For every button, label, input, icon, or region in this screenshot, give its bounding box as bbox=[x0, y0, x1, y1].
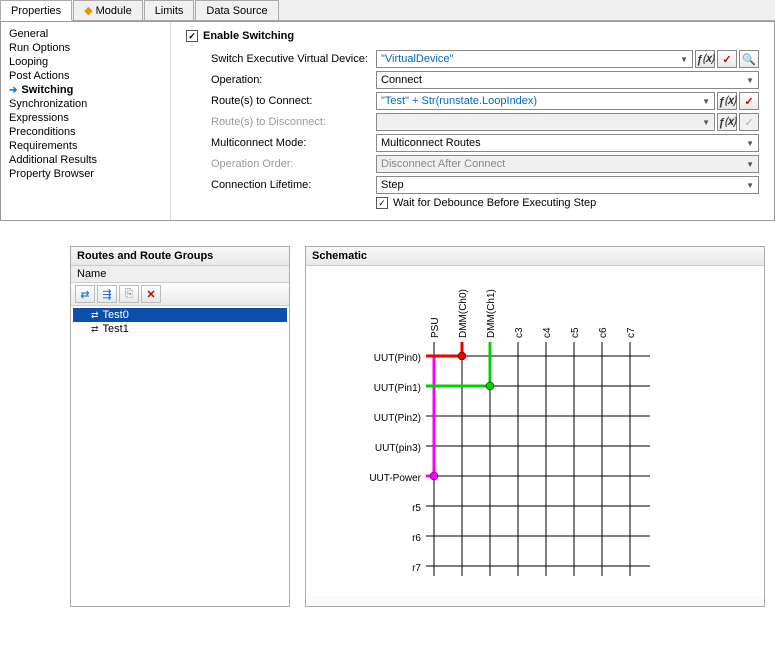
route-item-test1[interactable]: ⇄ Test1 bbox=[73, 322, 287, 336]
chevron-down-icon: ▼ bbox=[746, 76, 754, 85]
tab-properties[interactable]: Properties bbox=[0, 0, 72, 21]
copy-icon: ⎘ bbox=[125, 288, 134, 301]
enable-switching-label: Enable Switching bbox=[203, 30, 294, 42]
chevron-down-icon: ▼ bbox=[746, 139, 754, 148]
disconnect-fx-button: ƒ⒳ bbox=[717, 113, 737, 131]
browse-icon: 🔍 bbox=[742, 53, 756, 66]
routes-toolbar: ⇄ ⇶ ⎘ ✕ bbox=[71, 283, 289, 306]
device-check-button[interactable]: ✓ bbox=[717, 50, 737, 68]
svg-text:c3: c3 bbox=[514, 327, 525, 338]
sidebar-item-expressions[interactable]: Expressions bbox=[9, 111, 162, 125]
disconnect-label: Route(s) to Disconnect: bbox=[186, 116, 376, 128]
routes-title: Routes and Route Groups bbox=[71, 247, 289, 266]
connect-check-button[interactable]: ✓ bbox=[739, 92, 759, 110]
svg-text:UUT(Pin0): UUT(Pin0) bbox=[374, 353, 421, 364]
new-route-button[interactable]: ⇄ bbox=[75, 285, 95, 303]
svg-text:PSU: PSU bbox=[430, 317, 441, 338]
routes-panel: Routes and Route Groups Name ⇄ ⇶ ⎘ ✕ ⇄ T… bbox=[70, 246, 290, 607]
chevron-down-icon: ▼ bbox=[746, 160, 754, 169]
chevron-down-icon: ▼ bbox=[680, 55, 688, 64]
routes-column-header[interactable]: Name bbox=[71, 266, 289, 283]
connect-label: Route(s) to Connect: bbox=[186, 95, 376, 107]
schematic-panel: Schematic PSU DMM(Ch0) DMM(Ch1) c3 c4 c5… bbox=[305, 246, 765, 607]
sidebar-item-switching[interactable]: ➔ Switching bbox=[9, 83, 162, 97]
route-icon: ⇄ bbox=[80, 288, 89, 301]
oporder-dropdown: Disconnect After Connect▼ bbox=[376, 155, 759, 173]
svg-text:c6: c6 bbox=[598, 327, 609, 338]
check-icon: ✓ bbox=[744, 116, 753, 129]
disconnect-dropdown: ▼ bbox=[376, 113, 715, 131]
svg-text:r7: r7 bbox=[412, 563, 421, 574]
operation-label: Operation: bbox=[186, 74, 376, 86]
module-icon: ◆ bbox=[84, 4, 92, 17]
tab-limits[interactable]: Limits bbox=[144, 0, 195, 20]
fx-icon: ƒ⒳ bbox=[718, 93, 735, 109]
check-icon: ✓ bbox=[722, 53, 731, 66]
svg-text:UUT-Power: UUT-Power bbox=[369, 473, 421, 484]
device-dropdown[interactable]: "VirtualDevice"▼ bbox=[376, 50, 693, 68]
sidebar-item-property-browser[interactable]: Property Browser bbox=[9, 167, 162, 181]
new-group-button[interactable]: ⇶ bbox=[97, 285, 117, 303]
group-icon: ⇶ bbox=[102, 288, 111, 301]
tab-module[interactable]: ◆Module bbox=[73, 0, 143, 20]
tab-bar: Properties ◆Module Limits Data Source bbox=[0, 0, 775, 21]
sidebar: General Run Options Looping Post Actions… bbox=[1, 22, 171, 220]
duplicate-button[interactable]: ⎘ bbox=[119, 285, 139, 303]
sidebar-item-additional-results[interactable]: Additional Results bbox=[9, 153, 162, 167]
svg-text:c7: c7 bbox=[626, 327, 637, 338]
chevron-down-icon: ▼ bbox=[702, 97, 710, 106]
delete-icon: ✕ bbox=[146, 288, 155, 301]
svg-text:UUT(pin3): UUT(pin3) bbox=[375, 443, 421, 454]
route-item-test0[interactable]: ⇄ Test0 bbox=[73, 308, 287, 322]
fx-icon: ƒ⒳ bbox=[696, 51, 713, 67]
svg-text:DMM(Ch1): DMM(Ch1) bbox=[486, 289, 497, 338]
sidebar-item-synchronization[interactable]: Synchronization bbox=[9, 97, 162, 111]
svg-text:r6: r6 bbox=[412, 533, 421, 544]
wait-debounce-label: Wait for Debounce Before Executing Step bbox=[393, 197, 596, 209]
svg-text:c5: c5 bbox=[570, 327, 581, 338]
svg-text:UUT(Pin2): UUT(Pin2) bbox=[374, 413, 421, 424]
sidebar-item-post-actions[interactable]: Post Actions bbox=[9, 69, 162, 83]
routes-tree[interactable]: ⇄ Test0 ⇄ Test1 bbox=[71, 306, 289, 606]
device-fx-button[interactable]: ƒ⒳ bbox=[695, 50, 715, 68]
svg-text:UUT(Pin1): UUT(Pin1) bbox=[374, 383, 421, 394]
check-icon: ✓ bbox=[744, 95, 753, 108]
operation-dropdown[interactable]: Connect▼ bbox=[376, 71, 759, 89]
connect-fx-button[interactable]: ƒ⒳ bbox=[717, 92, 737, 110]
sidebar-item-requirements[interactable]: Requirements bbox=[9, 139, 162, 153]
device-browse-button[interactable]: 🔍 bbox=[739, 50, 759, 68]
lifetime-dropdown[interactable]: Step▼ bbox=[376, 176, 759, 194]
active-arrow-icon: ➔ bbox=[9, 85, 17, 96]
switching-form: ✓ Enable Switching Switch Executive Virt… bbox=[171, 22, 774, 220]
disconnect-check-button: ✓ bbox=[739, 113, 759, 131]
chevron-down-icon: ▼ bbox=[702, 118, 710, 127]
svg-text:r5: r5 bbox=[412, 503, 421, 514]
wait-debounce-checkbox[interactable]: ✓ bbox=[376, 197, 388, 209]
svg-text:c4: c4 bbox=[542, 327, 553, 338]
lifetime-label: Connection Lifetime: bbox=[186, 179, 376, 191]
sidebar-item-run-options[interactable]: Run Options bbox=[9, 41, 162, 55]
enable-switching-checkbox[interactable]: ✓ bbox=[186, 30, 198, 42]
schematic-title: Schematic bbox=[306, 247, 764, 266]
multimode-label: Multiconnect Mode: bbox=[186, 137, 376, 149]
sidebar-item-general[interactable]: General bbox=[9, 27, 162, 41]
tab-data-source[interactable]: Data Source bbox=[195, 0, 278, 20]
svg-text:DMM(Ch0): DMM(Ch0) bbox=[458, 289, 469, 338]
multimode-dropdown[interactable]: Multiconnect Routes▼ bbox=[376, 134, 759, 152]
route-icon: ⇄ bbox=[91, 310, 99, 321]
chevron-down-icon: ▼ bbox=[746, 181, 754, 190]
delete-button[interactable]: ✕ bbox=[141, 285, 161, 303]
device-label: Switch Executive Virtual Device: bbox=[186, 53, 376, 65]
route-icon: ⇄ bbox=[91, 324, 99, 335]
oporder-label: Operation Order: bbox=[186, 158, 376, 170]
connect-dropdown[interactable]: "Test" + Str(runstate.LoopIndex)▼ bbox=[376, 92, 715, 110]
sidebar-item-preconditions[interactable]: Preconditions bbox=[9, 125, 162, 139]
sidebar-item-looping[interactable]: Looping bbox=[9, 55, 162, 69]
schematic-canvas[interactable]: PSU DMM(Ch0) DMM(Ch1) c3 c4 c5 c6 c7 UUT… bbox=[306, 266, 764, 596]
fx-icon: ƒ⒳ bbox=[718, 114, 735, 130]
